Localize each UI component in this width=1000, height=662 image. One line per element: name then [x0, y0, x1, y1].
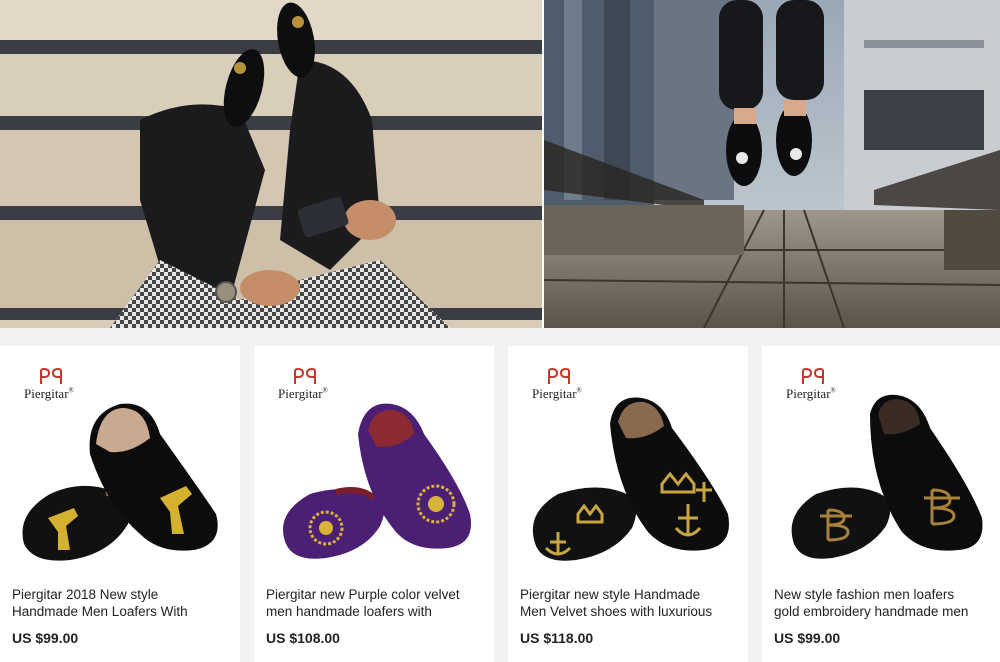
product-title[interactable]: Piergitar new Purple color velvet men ha… — [266, 586, 488, 620]
hero-photo-stairs — [0, 0, 542, 328]
product-price: US $99.00 — [774, 630, 841, 646]
product-card[interactable]: Piergitar® Piergitar new Purple color ve… — [254, 346, 494, 662]
product-image[interactable] — [264, 394, 484, 564]
hero-banner — [0, 0, 1000, 328]
product-price: US $99.00 — [12, 630, 79, 646]
product-image[interactable] — [518, 394, 738, 564]
piergitar-logo-icon — [294, 368, 316, 384]
piergitar-logo-icon — [802, 368, 824, 384]
piergitar-logo-icon — [40, 368, 62, 384]
product-price: US $118.00 — [520, 630, 594, 646]
boardwalk-scene — [544, 0, 1000, 328]
product-title[interactable]: New style fashion men loafers gold embro… — [774, 586, 996, 620]
product-price: US $108.00 — [266, 630, 340, 646]
product-title[interactable]: Piergitar 2018 New style Handmade Men Lo… — [12, 586, 234, 620]
product-card[interactable]: Piergitar® New style fashion men loafers… — [762, 346, 1000, 662]
product-title[interactable]: Piergitar new style Handmade Men Velvet … — [520, 586, 742, 620]
product-card[interactable]: Piergitar® Piergitar new style Handmade … — [508, 346, 748, 662]
hero-photo-boardwalk — [544, 0, 1000, 328]
product-grid: Piergitar® Piergitar 2018 New style Hand… — [0, 346, 1000, 662]
product-card[interactable]: Piergitar® Piergitar 2018 New style Hand… — [0, 346, 240, 662]
piergitar-logo-icon — [548, 368, 570, 384]
stairs-scene — [0, 0, 542, 328]
product-image[interactable] — [772, 394, 992, 564]
product-image[interactable] — [10, 394, 230, 564]
